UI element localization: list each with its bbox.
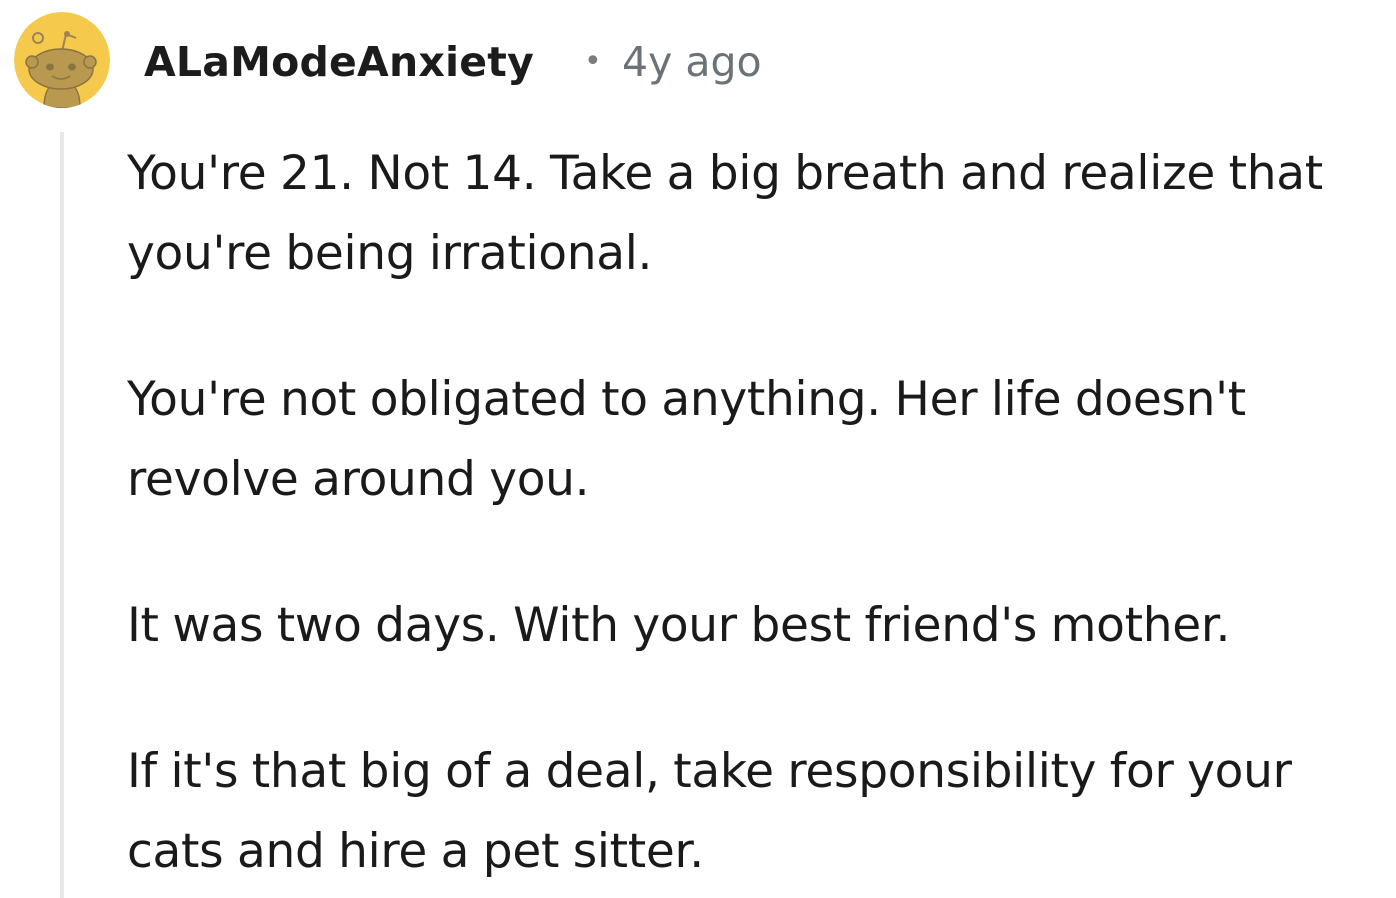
comment-timestamp[interactable]: 4y ago [622,36,762,88]
reddit-snoo-avatar-icon [14,12,110,108]
comment-body: You're 21. Not 14. Take a big breath and… [127,134,1392,892]
comment-paragraph: If it's that big of a deal, take respons… [127,744,1292,879]
thread-collapse-line[interactable] [60,132,64,898]
comment-paragraph: It was two days. With your best friend's… [127,598,1231,653]
meta-separator: • [584,44,602,79]
comment-paragraph: You're 21. Not 14. Take a big breath and… [127,146,1323,281]
comment: ALaModeAnxiety • 4y ago You're 21. Not 1… [0,0,1396,898]
comment-author-link[interactable]: ALaModeAnxiety [144,36,534,88]
comment-paragraph: You're not obligated to anything. Her li… [127,372,1246,507]
avatar[interactable] [14,12,110,108]
